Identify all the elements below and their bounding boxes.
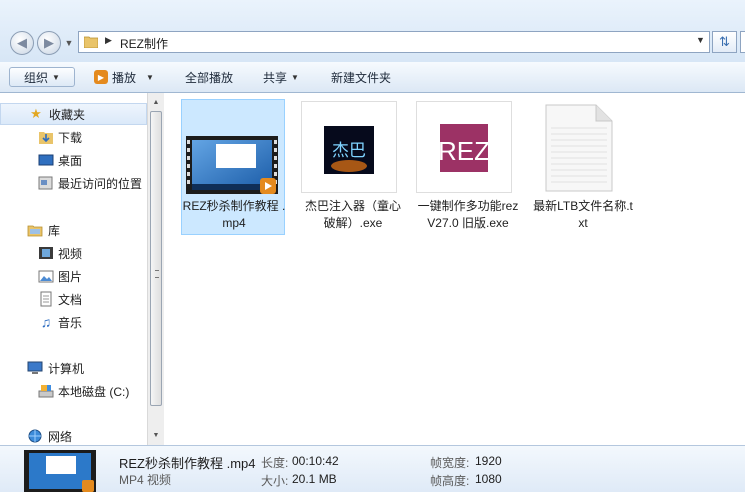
refresh-icon: ⇅ xyxy=(719,34,730,49)
nav-computer[interactable]: 计算机 xyxy=(0,357,147,379)
file-item-video[interactable]: REZ秒杀制作教程 .mp4 xyxy=(181,99,285,235)
file-name: REZ秒杀制作教程 .mp4 xyxy=(182,199,286,230)
documents-library-icon xyxy=(40,291,52,307)
downloads-folder-icon xyxy=(39,132,53,144)
frame-height-value: 1080 xyxy=(475,472,502,486)
nav-desktop[interactable]: 桌面 xyxy=(0,149,147,171)
forward-button[interactable]: ▶ xyxy=(37,31,61,55)
nav-network-label: 网络 xyxy=(48,429,73,444)
address-history-dropdown[interactable]: ▼ xyxy=(696,35,705,45)
libraries-icon xyxy=(27,225,43,237)
nav-network[interactable]: 网络 xyxy=(0,425,147,445)
refresh-button[interactable]: ⇅ xyxy=(712,31,737,53)
details-file-name: REZ秒杀制作教程 .mp4 xyxy=(119,456,256,471)
star-icon: ★ xyxy=(30,106,42,121)
scroll-up-icon[interactable]: ▲ xyxy=(148,94,164,110)
chevron-down-icon: ▼ xyxy=(146,72,154,82)
new-folder-label: 新建文件夹 xyxy=(331,70,392,85)
text-file-icon xyxy=(545,104,613,192)
nav-desktop-label: 桌面 xyxy=(58,153,83,168)
nav-videos-label: 视频 xyxy=(58,246,83,261)
frame-width-label: 帧宽度: xyxy=(430,456,470,470)
app-icon: 杰巴 xyxy=(324,126,374,174)
scrollbar-thumb[interactable] xyxy=(150,111,162,406)
file-name: 杰巴注入器（童心破解）.exe xyxy=(304,199,401,230)
nav-local-disk[interactable]: 本地磁盘 (C:) xyxy=(0,380,147,402)
nav-libraries[interactable]: 库 xyxy=(0,219,147,241)
details-pane: REZ秒杀制作教程 .mp4 MP4 视频 长度: 00:10:42 大小: 2… xyxy=(0,445,745,492)
video-thumbnail-icon xyxy=(186,136,278,194)
play-label: 播放 xyxy=(112,70,137,85)
back-button[interactable]: ◀ xyxy=(10,31,34,55)
file-list: REZ秒杀制作教程 .mp4 杰巴 杰巴注入器（童心破解）.exe REZ 一键… xyxy=(165,93,745,445)
thumbnail-frame: REZ xyxy=(416,101,512,193)
nav-libraries-label: 库 xyxy=(48,223,61,238)
recent-places-icon xyxy=(38,176,53,190)
video-library-icon xyxy=(39,247,53,259)
hard-disk-icon xyxy=(38,385,54,398)
app-icon: REZ xyxy=(440,124,488,172)
nav-music-label: 音乐 xyxy=(58,315,83,330)
nav-downloads-label: 下载 xyxy=(58,130,83,145)
address-box[interactable]: ▶ REZ制作 ▼ xyxy=(78,31,710,53)
length-label: 长度: xyxy=(261,456,289,470)
svg-text:REZ: REZ xyxy=(440,136,488,166)
play-button[interactable]: ▶ 播放 ▼ xyxy=(88,67,160,87)
nav-pictures[interactable]: 图片 xyxy=(0,265,147,287)
nav-local-disk-label: 本地磁盘 (C:) xyxy=(58,384,130,399)
network-icon xyxy=(28,429,42,443)
size-label: 大小: xyxy=(261,474,289,488)
nav-documents[interactable]: 文档 xyxy=(0,288,147,310)
back-arrow-icon: ◀ xyxy=(17,35,27,50)
navigation-pane: ★ 收藏夹 下载 桌面 最近访问的位置 库 视频 图片 文档 ♫ 音乐 计算机 … xyxy=(0,93,147,445)
breadcrumb-chevron-icon[interactable]: ▶ xyxy=(105,35,112,46)
share-label: 共享 xyxy=(263,70,288,85)
length-value: 00:10:42 xyxy=(292,454,339,468)
thumbnail-frame: 杰巴 xyxy=(301,101,397,193)
folder-icon xyxy=(84,36,98,48)
file-item-exe[interactable]: 杰巴 杰巴注入器（童心破解）.exe xyxy=(300,99,404,235)
share-menu-button[interactable]: 共享 ▼ xyxy=(257,67,305,87)
pictures-library-icon xyxy=(38,270,54,283)
recent-pages-dropdown[interactable]: ▼ xyxy=(63,35,75,51)
play-all-button[interactable]: 全部播放 xyxy=(179,67,239,87)
command-toolbar: 组织 ▼ ▶ 播放 ▼ 全部播放 共享 ▼ 新建文件夹 xyxy=(0,62,745,93)
nav-favorites[interactable]: ★ 收藏夹 xyxy=(0,103,147,125)
nav-recent-label: 最近访问的位置 xyxy=(58,176,143,191)
forward-arrow-icon: ▶ xyxy=(44,35,54,50)
nav-downloads[interactable]: 下载 xyxy=(0,126,147,148)
music-note-icon: ♫ xyxy=(40,314,52,330)
organize-menu-button[interactable]: 组织 ▼ xyxy=(9,67,75,87)
organize-label: 组织 xyxy=(24,70,49,85)
nav-computer-label: 计算机 xyxy=(48,361,85,376)
new-folder-button[interactable]: 新建文件夹 xyxy=(325,67,397,87)
file-name: 一键制作多功能rez V27.0 旧版.exe xyxy=(417,199,519,230)
frame-height-label: 帧高度: xyxy=(430,474,470,488)
navigation-scrollbar[interactable]: ▲ ▼ xyxy=(147,93,164,445)
nav-videos[interactable]: 视频 xyxy=(0,242,147,264)
search-input[interactable] xyxy=(740,31,745,53)
file-item-exe[interactable]: REZ 一键制作多功能rez V27.0 旧版.exe xyxy=(415,99,519,249)
play-icon: ▶ xyxy=(94,70,108,84)
frame-width-value: 1920 xyxy=(475,454,502,468)
desktop-icon xyxy=(38,154,54,166)
breadcrumb-current[interactable]: REZ制作 xyxy=(120,35,168,52)
svg-text:杰巴: 杰巴 xyxy=(332,141,366,161)
computer-icon xyxy=(27,361,43,374)
play-all-label: 全部播放 xyxy=(185,70,234,85)
file-name: 最新LTB文件名称.txt xyxy=(533,199,633,230)
video-thumbnail-icon xyxy=(24,450,96,492)
address-bar-area: ◀ ▶ ▼ ▶ REZ制作 ▼ ⇅ xyxy=(0,0,745,62)
size-value: 20.1 MB xyxy=(292,472,337,486)
nav-pictures-label: 图片 xyxy=(58,269,83,284)
chevron-down-icon: ▼ xyxy=(52,72,60,82)
scroll-down-icon[interactable]: ▼ xyxy=(148,427,164,443)
chevron-down-icon: ▼ xyxy=(291,72,299,82)
nav-music[interactable]: ♫ 音乐 xyxy=(0,311,147,333)
nav-recent-places[interactable]: 最近访问的位置 xyxy=(0,172,147,194)
nav-documents-label: 文档 xyxy=(58,292,83,307)
nav-favorites-label: 收藏夹 xyxy=(49,107,86,122)
details-file-type: MP4 视频 xyxy=(119,473,172,487)
file-item-txt[interactable]: 最新LTB文件名称.txt xyxy=(530,99,634,235)
